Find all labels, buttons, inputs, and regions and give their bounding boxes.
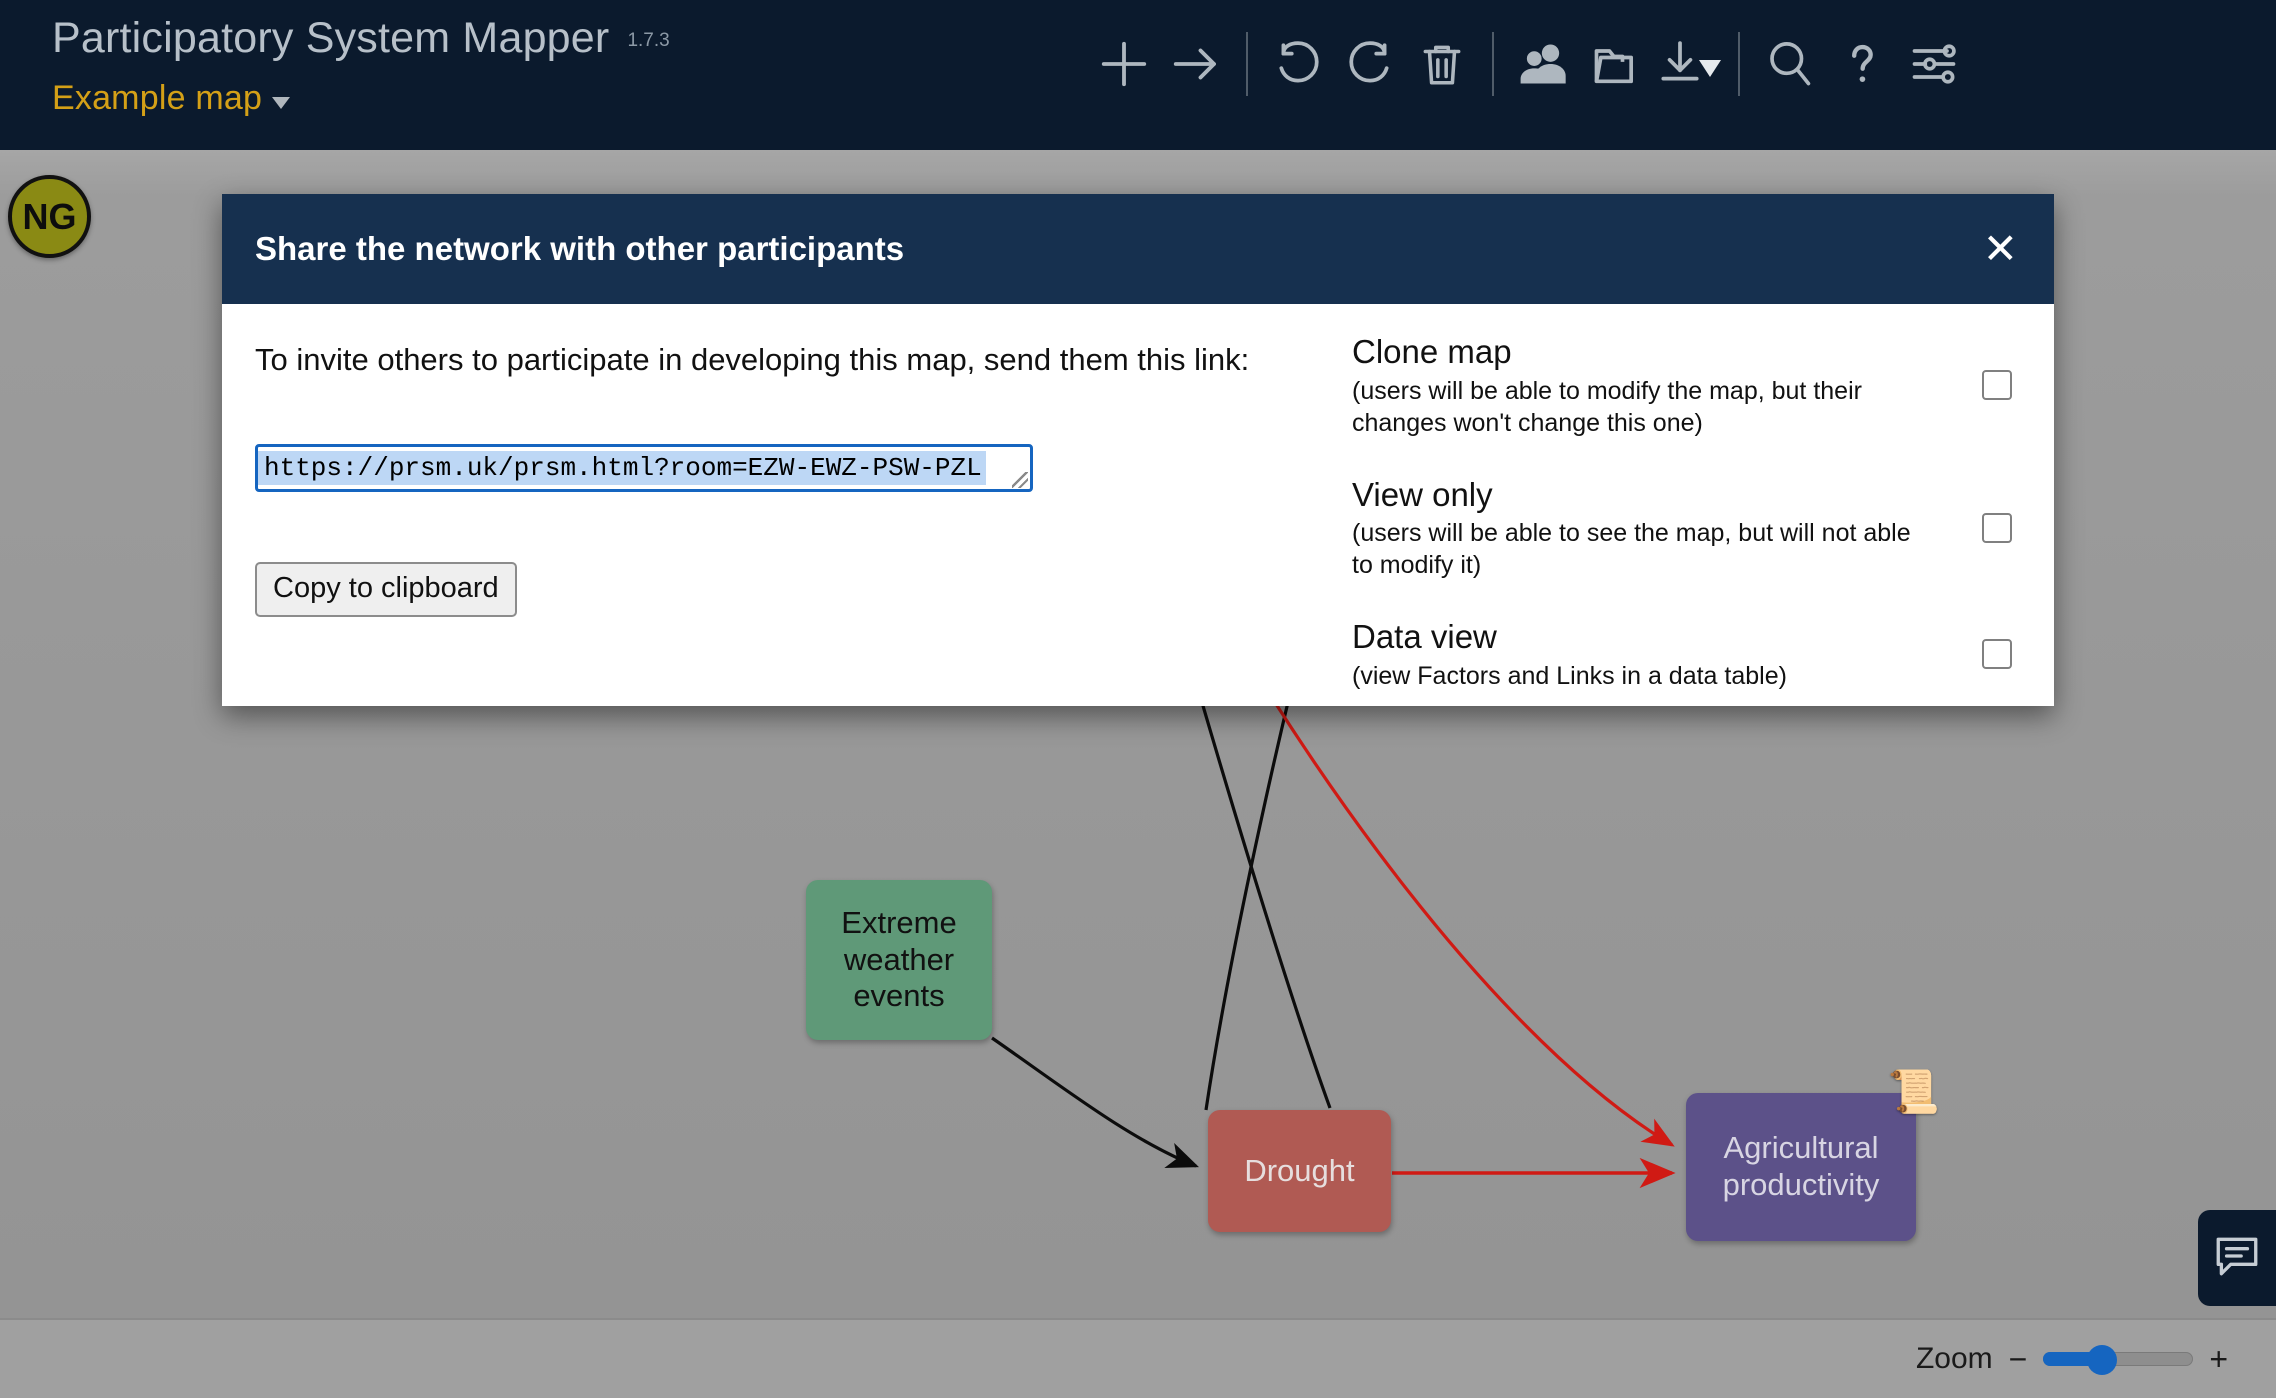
toolbar-divider [1246, 32, 1248, 96]
toolbar [1088, 28, 1970, 100]
option-title: Clone map [1352, 332, 1932, 372]
share-link-input[interactable]: https://prsm.uk/prsm.html?room=EZW-EWZ-P… [255, 444, 1033, 492]
option-data-view: Data view (view Factors and Links in a d… [1352, 617, 2022, 692]
share-dialog-body: To invite others to participate in devel… [222, 304, 2054, 706]
app-version: 1.7.3 [627, 30, 669, 52]
undo-icon [1273, 39, 1323, 89]
help-button[interactable] [1826, 28, 1898, 100]
footer-bar: Zoom − + [0, 1318, 2276, 1398]
search-button[interactable] [1754, 28, 1826, 100]
download-button[interactable] [1652, 28, 1724, 100]
search-icon [1764, 38, 1816, 90]
zoom-out-button[interactable]: − [2009, 1343, 2028, 1375]
download-icon [1655, 39, 1705, 89]
zoom-slider-thumb[interactable] [2087, 1345, 2117, 1375]
note-scroll-icon[interactable]: 📜 [1888, 1071, 1940, 1113]
share-options-column: Clone map (users will be able to modify … [1352, 332, 2022, 728]
map-node-agricultural-productivity[interactable]: Agricultural productivity 📜 [1686, 1093, 1916, 1241]
add-link-button[interactable] [1160, 28, 1232, 100]
redo-button[interactable] [1334, 28, 1406, 100]
data-view-checkbox[interactable] [1982, 639, 2012, 669]
folder-icon [1590, 38, 1642, 90]
clone-map-checkbox[interactable] [1982, 370, 2012, 400]
map-title: Example map [52, 79, 262, 118]
zoom-control: Zoom − + [1916, 1342, 2228, 1376]
option-title: View only [1352, 475, 1932, 515]
textarea-resize-handle[interactable] [1012, 472, 1028, 488]
page-title: Participatory System Mapper [52, 14, 609, 63]
chevron-down-icon [1699, 60, 1721, 77]
people-icon [1518, 38, 1570, 90]
toolbar-divider [1738, 32, 1740, 96]
chat-bubble-icon [2212, 1231, 2262, 1286]
option-title: Data view [1352, 617, 1932, 657]
zoom-in-button[interactable]: + [2209, 1343, 2228, 1375]
node-label: Agricultural productivity [1723, 1130, 1880, 1203]
app-root: Participatory System Mapper 1.7.3 Example… [0, 0, 2276, 1398]
top-navigation-bar: Participatory System Mapper 1.7.3 Example… [0, 0, 2276, 150]
undo-button[interactable] [1262, 28, 1334, 100]
redo-icon [1345, 39, 1395, 89]
share-link-column: To invite others to participate in devel… [255, 342, 1315, 617]
option-description: (users will be able to modify the map, b… [1352, 375, 1932, 439]
zoom-slider[interactable] [2043, 1350, 2193, 1368]
chat-button[interactable] [2198, 1210, 2276, 1306]
option-view-only: View only (users will be able to see the… [1352, 475, 2022, 582]
sliders-icon [1908, 38, 1960, 90]
share-dialog: Share the network with other participant… [222, 194, 2054, 706]
map-node-extreme-weather-events[interactable]: Extreme weather events [806, 880, 992, 1040]
map-title-dropdown[interactable]: Example map [52, 79, 670, 118]
plus-icon [1097, 37, 1151, 91]
copy-to-clipboard-button[interactable]: Copy to clipboard [255, 562, 517, 617]
brand-block: Participatory System Mapper 1.7.3 Example… [52, 14, 670, 118]
add-factor-button[interactable] [1088, 28, 1160, 100]
option-clone-map: Clone map (users will be able to modify … [1352, 332, 2022, 439]
option-description: (users will be able to see the map, but … [1352, 517, 1932, 581]
delete-button[interactable] [1406, 28, 1478, 100]
arrow-right-icon [1169, 37, 1223, 91]
share-button[interactable] [1508, 28, 1580, 100]
avatar[interactable]: NG [8, 175, 91, 258]
chevron-down-icon [272, 97, 290, 109]
option-description: (view Factors and Links in a data table) [1352, 660, 1932, 692]
share-dialog-title: Share the network with other participant… [255, 230, 904, 268]
trash-icon [1417, 39, 1467, 89]
share-link-value: https://prsm.uk/prsm.html?room=EZW-EWZ-P… [258, 451, 986, 485]
settings-button[interactable] [1898, 28, 1970, 100]
open-file-button[interactable] [1580, 28, 1652, 100]
zoom-label: Zoom [1916, 1342, 1993, 1376]
view-only-checkbox[interactable] [1982, 513, 2012, 543]
close-icon[interactable]: ✕ [1983, 228, 2018, 270]
invite-instruction-text: To invite others to participate in devel… [255, 342, 1315, 378]
map-node-drought[interactable]: Drought [1208, 1110, 1391, 1232]
question-mark-icon [1836, 38, 1888, 90]
share-dialog-header: Share the network with other participant… [222, 194, 2054, 304]
node-label: Drought [1244, 1153, 1354, 1190]
node-label: Extreme weather events [841, 905, 956, 1015]
toolbar-divider [1492, 32, 1494, 96]
